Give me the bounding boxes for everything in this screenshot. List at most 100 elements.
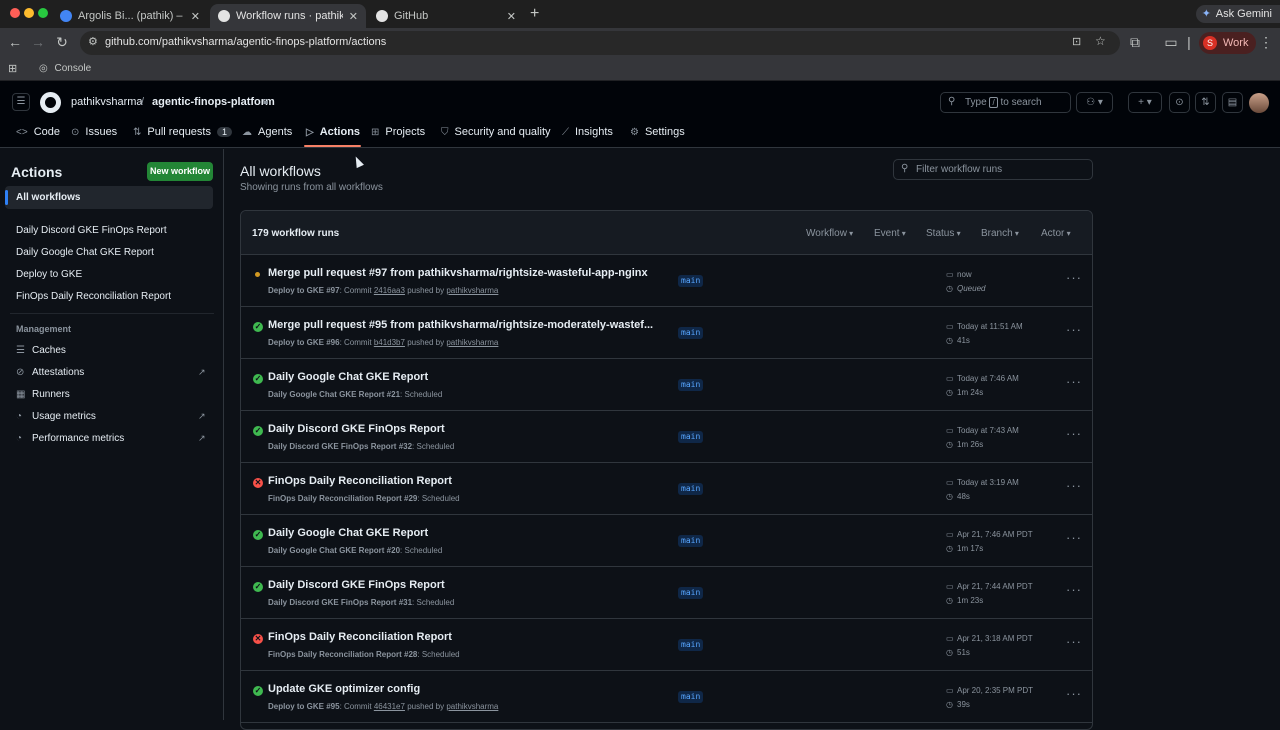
bookmark-star-icon[interactable]: ☆	[1095, 34, 1106, 48]
run-title[interactable]: Daily Discord GKE FinOps Report	[268, 579, 658, 591]
repo-link[interactable]: agentic-finops-platform	[152, 96, 275, 108]
tab-actions[interactable]: ▷ Actions	[306, 126, 360, 138]
back-arrow-icon[interactable]: ←	[7, 34, 23, 50]
filter-event-dropdown[interactable]: Event	[874, 228, 906, 239]
inbox-button[interactable]: ▤	[1222, 92, 1243, 113]
branch-label[interactable]: main	[678, 691, 704, 703]
commit-link[interactable]: 46431e7	[374, 702, 405, 711]
kebab-menu-icon[interactable]: ···	[1066, 478, 1082, 493]
ask-gemini-button[interactable]: ✦ Ask Gemini	[1195, 5, 1280, 23]
kebab-menu-icon[interactable]: ···	[1066, 686, 1082, 701]
sidebar-item-attestations[interactable]: ⊘ Attestations	[16, 367, 84, 378]
tab-pull-requests[interactable]: ⇅ Pull requests 1	[133, 126, 232, 138]
workflow-run-row[interactable]: ✓ Merge pull request #95 from pathikvshar…	[241, 307, 1092, 359]
tab-code[interactable]: <> Code	[16, 126, 60, 138]
create-new-button[interactable]: + ▾	[1128, 92, 1162, 113]
run-title[interactable]: FinOps Daily Reconciliation Report	[268, 631, 658, 643]
branch-label[interactable]: main	[678, 535, 704, 547]
workflow-run-row[interactable]: ✓ Daily Discord GKE FinOps Report Daily Di…	[241, 411, 1092, 463]
install-app-icon[interactable]: ⊡	[1072, 35, 1081, 48]
workflow-run-row[interactable]: Merge pull request #97 from pathikvsharm…	[241, 255, 1092, 307]
run-title[interactable]: Daily Google Chat GKE Report	[268, 371, 658, 383]
branch-label[interactable]: main	[678, 327, 704, 339]
owner-link[interactable]: pathikvsharma	[71, 96, 143, 108]
tab-settings[interactable]: ⚙ Settings	[630, 126, 685, 138]
sidebar-item-runners[interactable]: ▦ Runners	[16, 389, 70, 400]
github-logo-icon[interactable]	[40, 92, 61, 113]
workflow-run-row[interactable]: ✕ FinOps Daily Reconciliation Report FinOp…	[241, 463, 1092, 515]
close-tab-icon[interactable]: ✕	[191, 10, 200, 23]
kebab-menu-icon[interactable]: ···	[1066, 530, 1082, 545]
kebab-menu-icon[interactable]: ···	[1066, 634, 1082, 649]
sidebar-item-google-chat-report[interactable]: Daily Google Chat GKE Report	[16, 247, 154, 258]
branch-label[interactable]: main	[678, 483, 704, 495]
window-close-button[interactable]	[10, 8, 20, 18]
filter-workflow-dropdown[interactable]: Workflow	[806, 228, 853, 239]
kebab-menu-icon[interactable]: ···	[1066, 322, 1082, 337]
branch-label[interactable]: main	[678, 639, 704, 651]
tab-insights[interactable]: ⟋ Insights	[562, 126, 613, 138]
browser-tab-budget[interactable]: Argolis Bi... (pathik) – Budget ✕	[52, 4, 208, 28]
apps-grid-icon[interactable]: ⊞	[8, 62, 17, 75]
workflow-run-row[interactable]: ✓ Daily Google Chat GKE Report Daily Googl…	[241, 359, 1092, 411]
issues-button[interactable]: ⊙	[1169, 92, 1190, 113]
workflow-run-row[interactable]: ✓ Update GKE optimizer config Deploy to GK…	[241, 671, 1092, 723]
tab-issues[interactable]: ⊙ Issues	[71, 126, 117, 138]
user-avatar[interactable]	[1249, 93, 1269, 113]
run-title[interactable]: Merge pull request #97 from pathikvsharm…	[268, 267, 658, 279]
actor-link[interactable]: pathikvsharma	[446, 286, 498, 295]
new-tab-button[interactable]: +	[530, 5, 539, 23]
side-panel-icon[interactable]: ▭	[1163, 34, 1179, 51]
new-workflow-button[interactable]: New workflow	[147, 162, 213, 181]
tab-agents[interactable]: ☁ Agents	[242, 126, 292, 138]
sidebar-item-usage-metrics[interactable]: ◔ Usage metrics	[16, 411, 96, 422]
run-title[interactable]: Update GKE optimizer config	[268, 683, 658, 695]
workflow-run-row[interactable]: ✕ FinOps Daily Reconciliation Report FinOp…	[241, 619, 1092, 671]
close-tab-icon[interactable]: ✕	[507, 10, 516, 23]
run-title[interactable]: FinOps Daily Reconciliation Report	[268, 475, 658, 487]
tab-security[interactable]: ⛉ Security and quality	[441, 126, 551, 138]
kebab-menu-icon[interactable]: ···	[1066, 270, 1082, 285]
global-search-input[interactable]: ⚲ Type / to search	[940, 92, 1071, 113]
window-minimize-button[interactable]	[24, 8, 34, 18]
browser-tab-workflow-runs[interactable]: Workflow runs · pathikvsharm ✕	[210, 4, 366, 28]
address-bar[interactable]: ⚙ github.com/pathikvsharma/agentic-finop…	[80, 31, 1120, 55]
pull-requests-button[interactable]: ⇅	[1195, 92, 1216, 113]
filter-workflow-runs-input[interactable]: ⚲ Filter workflow runs	[893, 159, 1093, 180]
commit-link[interactable]: 2416aa3	[374, 286, 405, 295]
filter-status-dropdown[interactable]: Status	[926, 228, 961, 239]
reload-icon[interactable]: ↻	[54, 34, 70, 51]
sidebar-item-performance-metrics[interactable]: ◔ Performance metrics	[16, 433, 124, 444]
branch-label[interactable]: main	[678, 275, 704, 287]
sidebar-item-all-workflows[interactable]: All workflows	[16, 192, 80, 203]
kebab-menu-icon[interactable]: ···	[1066, 426, 1082, 441]
hamburger-menu-icon[interactable]: ☰	[12, 93, 30, 111]
profile-chip[interactable]: S Work	[1199, 32, 1257, 54]
tab-projects[interactable]: ⊞ Projects	[371, 126, 425, 138]
run-title[interactable]: Daily Discord GKE FinOps Report	[268, 423, 658, 435]
actor-link[interactable]: pathikvsharma	[446, 338, 498, 347]
sidebar-item-reconciliation-report[interactable]: FinOps Daily Reconciliation Report	[16, 291, 171, 302]
browser-tab-github[interactable]: GitHub ✕	[368, 4, 524, 28]
copilot-button[interactable]: ⚇ ▾	[1076, 92, 1113, 113]
sidebar-item-discord-report[interactable]: Daily Discord GKE FinOps Report	[16, 225, 167, 236]
sidebar-item-caches[interactable]: ☰ Caches	[16, 345, 66, 356]
forward-arrow-icon[interactable]: →	[30, 34, 46, 50]
site-info-icon[interactable]: ⚙	[88, 35, 98, 48]
commit-link[interactable]: b41d3b7	[374, 338, 405, 347]
sidebar-item-deploy-to-gke[interactable]: Deploy to GKE	[16, 269, 82, 280]
workflow-run-row[interactable]: ✓ Daily Google Chat GKE Report Daily Googl…	[241, 515, 1092, 567]
kebab-menu-icon[interactable]: ···	[1066, 374, 1082, 389]
run-title[interactable]: Daily Google Chat GKE Report	[268, 527, 658, 539]
actor-link[interactable]: pathikvsharma	[446, 702, 498, 711]
workflow-run-row[interactable]: ✓ Daily Discord GKE FinOps Report Daily Di…	[241, 567, 1092, 619]
filter-branch-dropdown[interactable]: Branch	[981, 228, 1019, 239]
extensions-puzzle-icon[interactable]: ⧉	[1127, 34, 1143, 51]
branch-label[interactable]: main	[678, 431, 704, 443]
branch-label[interactable]: main	[678, 379, 704, 391]
bookmark-console[interactable]: ◎ Console	[39, 63, 91, 74]
branch-label[interactable]: main	[678, 587, 704, 599]
browser-menu-icon[interactable]: ⋮	[1258, 34, 1274, 51]
kebab-menu-icon[interactable]: ···	[1066, 582, 1082, 597]
window-zoom-button[interactable]	[38, 8, 48, 18]
